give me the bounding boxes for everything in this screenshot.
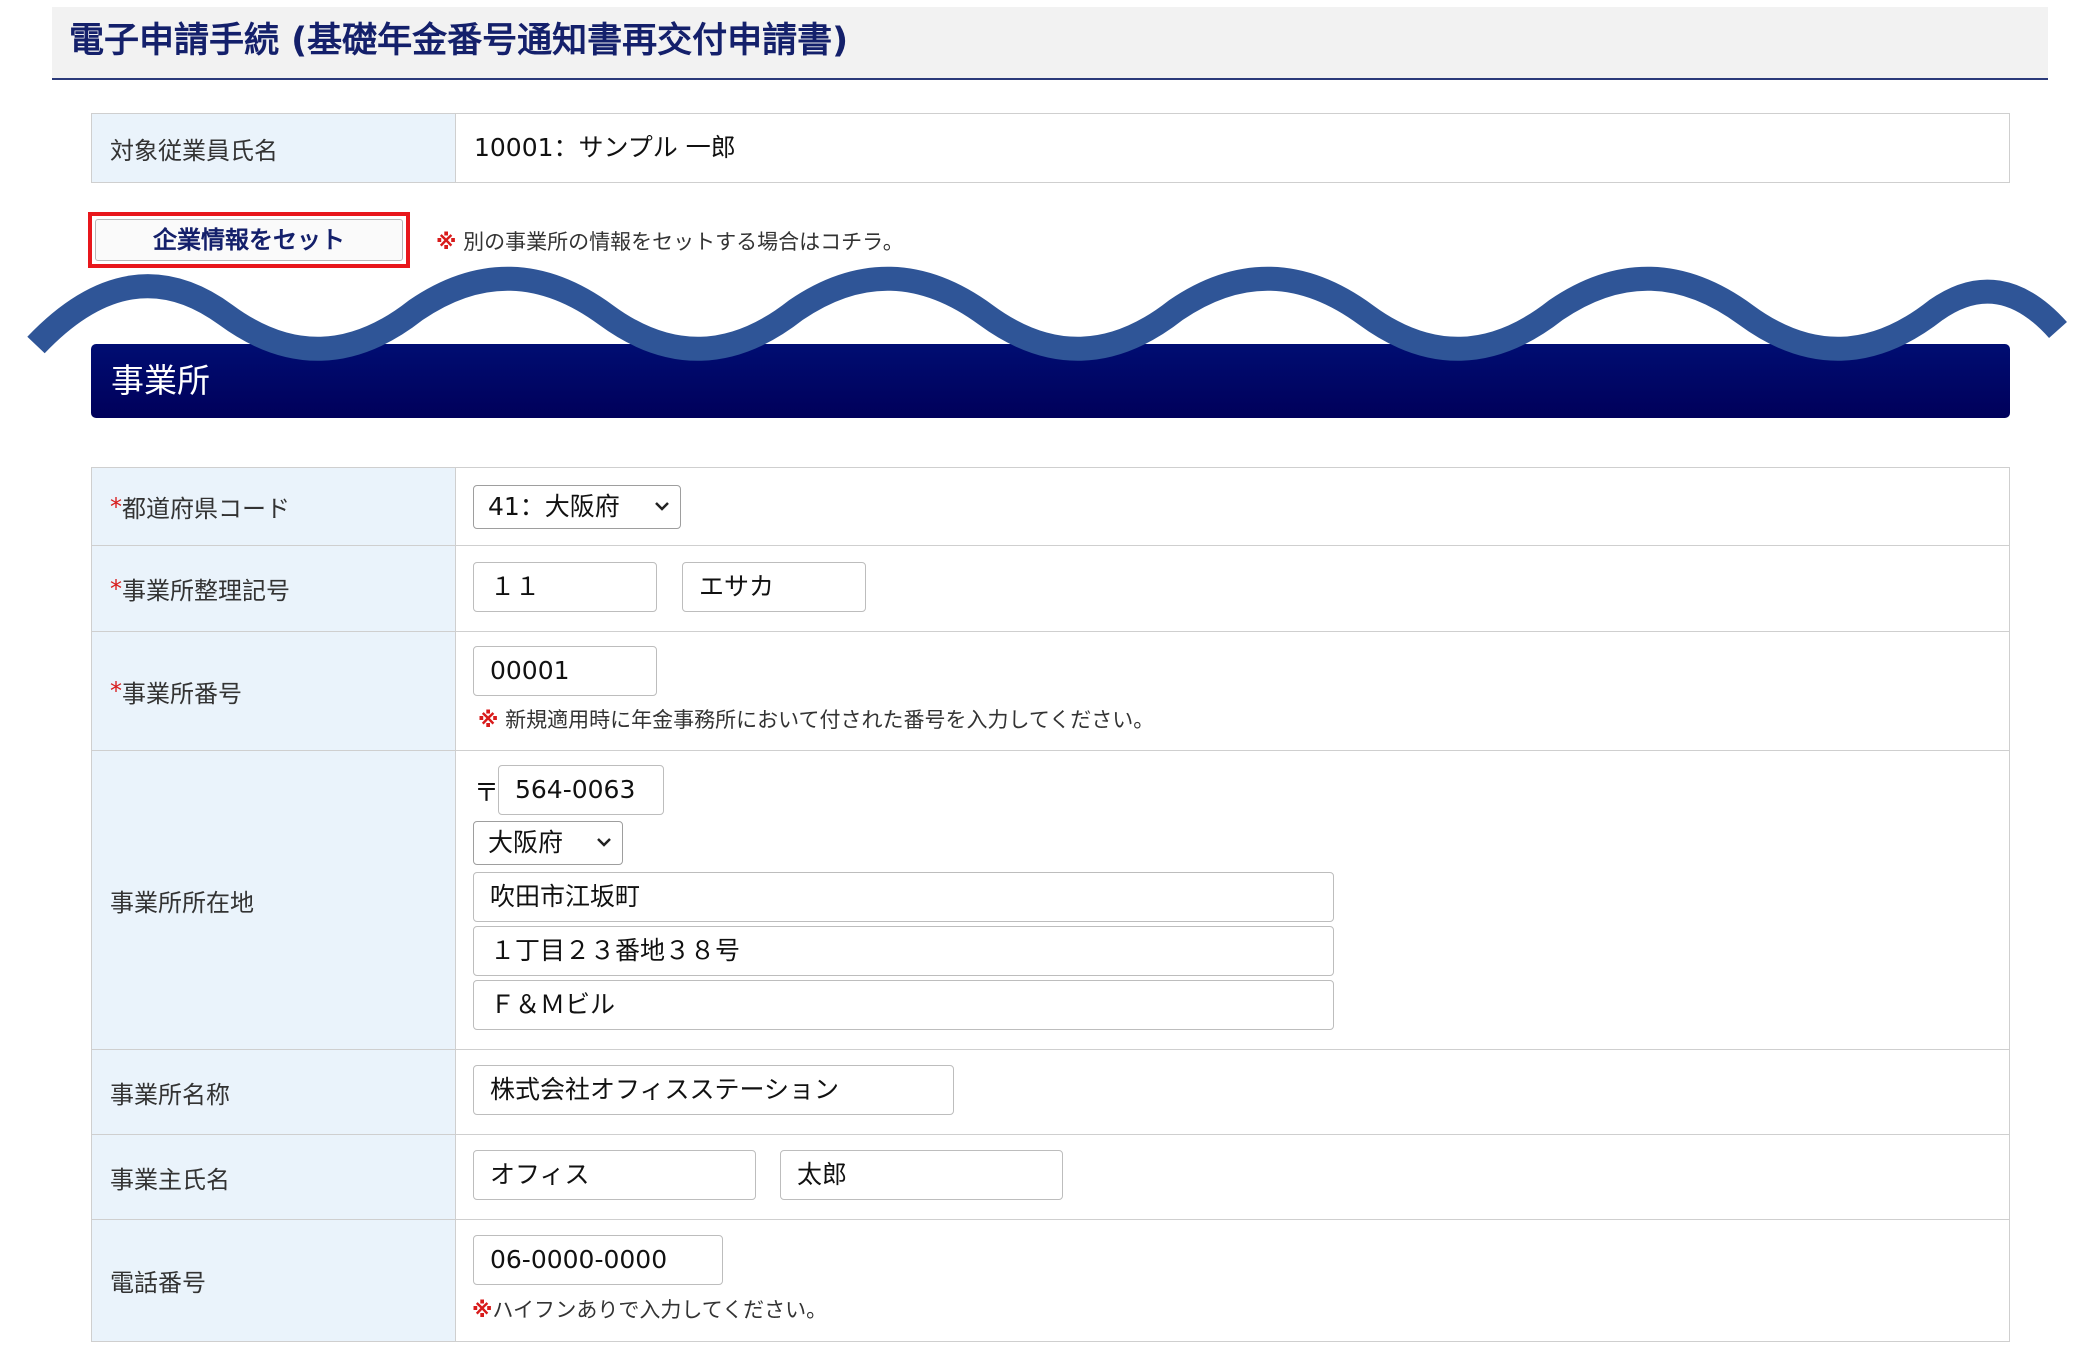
section-title: 事業所 — [111, 361, 210, 400]
owner-name-label: 事業主氏名 — [92, 1135, 456, 1219]
office-name-input[interactable]: 株式会社オフィスステーション — [473, 1065, 954, 1115]
office-name-label: 事業所名称 — [92, 1050, 456, 1134]
phone-label: 電話番号 — [92, 1220, 456, 1341]
prefecture-code-label: * 都道府県コード — [92, 468, 456, 545]
office-number-note: ※ 新規適用時に年金事務所において付された番号を入力してください。 — [478, 708, 1155, 732]
required-mark: * — [110, 492, 122, 521]
chevron-down-icon — [655, 502, 669, 511]
set-company-note: ※ 別の事業所の情報をセットする場合はコチラ。 — [436, 226, 904, 256]
row-office-symbol: * 事業所整理記号 １１ エサカ — [92, 545, 2009, 631]
row-owner-name: 事業主氏名 オフィス 太郎 — [92, 1134, 2009, 1219]
owner-first-name-input[interactable]: 太郎 — [780, 1150, 1063, 1200]
owner-last-name-input[interactable]: オフィス — [473, 1150, 756, 1200]
address-prefecture-select[interactable]: 大阪府 — [473, 821, 623, 865]
page-title: 電子申請手続 (基礎年金番号通知書再交付申請書) — [52, 7, 2048, 80]
row-office-number: * 事業所番号 00001 ※ 新規適用時に年金事務所において付された番号を入力し… — [92, 631, 2009, 750]
address-line1-input[interactable]: 吹田市江坂町 — [473, 872, 1334, 922]
employee-value: 10001：サンプル 一郎 — [474, 133, 736, 162]
postal-code-input[interactable]: 564-0063 — [498, 765, 664, 815]
note-mark: ※ — [436, 230, 457, 254]
set-company-info-highlight: 企業情報をセット — [88, 212, 410, 268]
address-line3-input[interactable]: Ｆ＆Ｍビル — [473, 980, 1334, 1030]
chevron-down-icon — [597, 838, 611, 847]
office-form: * 都道府県コード 41：大阪府 * 事業所整理記号 １１ エサカ * 事業所番号 0… — [91, 467, 2010, 1342]
address-line2-input[interactable]: １丁目２３番地３８号 — [473, 926, 1334, 976]
office-number-input[interactable]: 00001 — [473, 646, 657, 696]
row-phone: 電話番号 06-0000-0000 ※ハイフンありで入力してください。 — [92, 1219, 2009, 1341]
phone-note: ※ハイフンありで入力してください。 — [472, 1298, 828, 1322]
office-symbol-label: * 事業所整理記号 — [92, 546, 456, 631]
office-address-label: 事業所所在地 — [92, 751, 456, 1049]
row-office-name: 事業所名称 株式会社オフィスステーション — [92, 1049, 2009, 1134]
set-company-note-text: 別の事業所の情報をセットする場合はコチラ。 — [463, 230, 904, 254]
prefecture-code-select[interactable]: 41：大阪府 — [473, 485, 681, 529]
employee-value-cell: 10001：サンプル 一郎 — [456, 114, 2009, 182]
postal-mark: 〒 — [474, 778, 500, 807]
set-company-info-button[interactable]: 企業情報をセット — [95, 219, 403, 261]
section-header: 事業所 — [91, 344, 2010, 418]
employee-box: 対象従業員氏名 10001：サンプル 一郎 — [91, 113, 2010, 183]
office-symbol-input-2[interactable]: エサカ — [682, 562, 866, 612]
row-office-address: 事業所所在地 〒 564-0063 大阪府 吹田市江坂町 １丁目２３番地３８号 … — [92, 750, 2009, 1049]
employee-label: 対象従業員氏名 — [92, 114, 456, 182]
office-symbol-input-1[interactable]: １１ — [473, 562, 657, 612]
row-prefecture-code: * 都道府県コード 41：大阪府 — [92, 468, 2009, 545]
phone-input[interactable]: 06-0000-0000 — [473, 1235, 723, 1285]
office-number-label: * 事業所番号 — [92, 632, 456, 750]
